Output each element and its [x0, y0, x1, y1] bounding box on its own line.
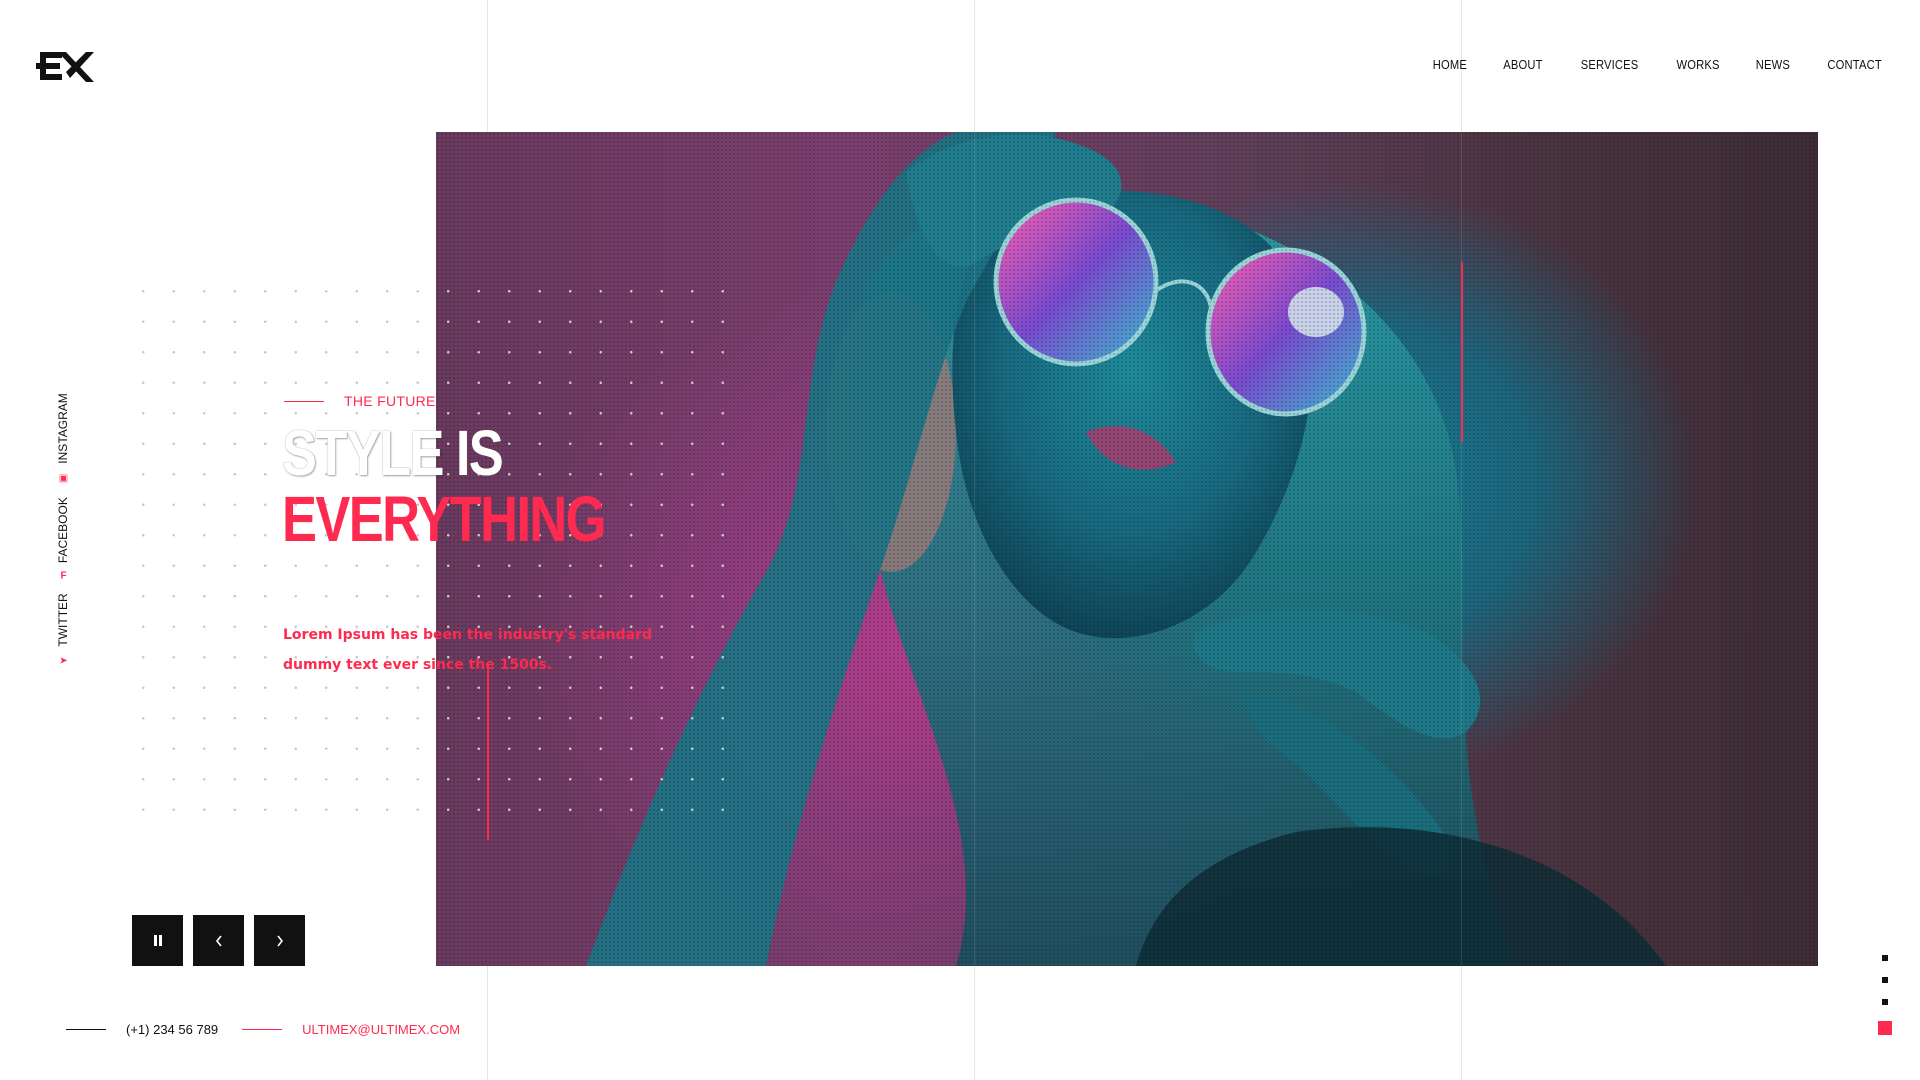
social-label: FACEBOOK: [56, 497, 70, 564]
nav-item-about[interactable]: ABOUT: [1503, 57, 1542, 72]
social-links: ➤ TWITTER f FACEBOOK ▣ INSTAGRAM: [52, 393, 82, 667]
pagination-dot-active[interactable]: [1878, 1021, 1892, 1035]
chevron-left-icon: [215, 935, 222, 946]
hero-description: Lorem Ipsum has been the industry's stan…: [283, 620, 703, 680]
prev-slide-button[interactable]: [193, 915, 244, 966]
description-line: Lorem Ipsum has been the industry's stan…: [283, 627, 653, 643]
nav-item-services[interactable]: SERVICES: [1580, 57, 1638, 72]
headline-word-everything: EVERYTHING: [282, 483, 606, 555]
social-instagram[interactable]: ▣ INSTAGRAM: [56, 393, 70, 484]
chevron-right-icon: [276, 935, 283, 946]
hero-headline: STYLE IS EVERYTHING: [282, 417, 606, 555]
social-label: INSTAGRAM: [56, 393, 70, 464]
description-line: dummy text ever since the 1500s.: [283, 657, 553, 673]
pagination-dot[interactable]: [1882, 977, 1888, 983]
dot-pattern: [128, 276, 748, 836]
contact-line: [66, 1029, 106, 1030]
nav-item-contact[interactable]: CONTACT: [1827, 57, 1881, 72]
grid-line: [974, 0, 975, 1080]
twitter-icon: ➤: [58, 655, 68, 667]
pagination-dot[interactable]: [1882, 955, 1888, 961]
hero-eyebrow: THE FUTURE: [284, 393, 436, 409]
pagination-dot[interactable]: [1882, 999, 1888, 1005]
social-label: TWITTER: [56, 593, 70, 647]
main-nav: HOME ABOUT SERVICES WORKS NEWS CONTACT: [1430, 57, 1886, 72]
footer-contacts: (+1) 234 56 789 ULTIMEX@ULTIMEX.COM: [66, 1022, 484, 1037]
accent-bar: [487, 665, 489, 840]
headline-word-is: IS: [455, 417, 504, 489]
nav-item-news[interactable]: NEWS: [1756, 57, 1790, 72]
headline-word-style: STYLE: [282, 417, 445, 489]
email-address: ULTIMEX@ULTIMEX.COM: [302, 1022, 461, 1037]
nav-item-works[interactable]: WORKS: [1676, 57, 1719, 72]
next-slide-button[interactable]: [254, 915, 305, 966]
pause-icon: [153, 935, 162, 946]
grid-line: [1461, 0, 1462, 1080]
eyebrow-line: [284, 400, 324, 402]
accent-bar: [1461, 262, 1463, 442]
email-contact[interactable]: ULTIMEX@ULTIMEX.COM: [242, 1022, 460, 1037]
slide-pagination: [1878, 955, 1892, 1035]
ex-logo-icon: [36, 52, 94, 82]
phone-contact[interactable]: (+1) 234 56 789: [66, 1022, 218, 1037]
contact-line: [242, 1029, 283, 1030]
instagram-icon: ▣: [58, 472, 68, 484]
nav-item-home[interactable]: HOME: [1433, 57, 1467, 72]
pause-button[interactable]: [132, 915, 183, 966]
social-twitter[interactable]: ➤ TWITTER: [56, 593, 70, 667]
social-facebook[interactable]: f FACEBOOK: [56, 497, 70, 582]
phone-number: (+1) 234 56 789: [126, 1022, 219, 1037]
eyebrow-text: THE FUTURE: [344, 393, 436, 409]
slider-controls: [132, 915, 305, 966]
facebook-icon: f: [59, 570, 67, 582]
logo[interactable]: [36, 48, 96, 84]
